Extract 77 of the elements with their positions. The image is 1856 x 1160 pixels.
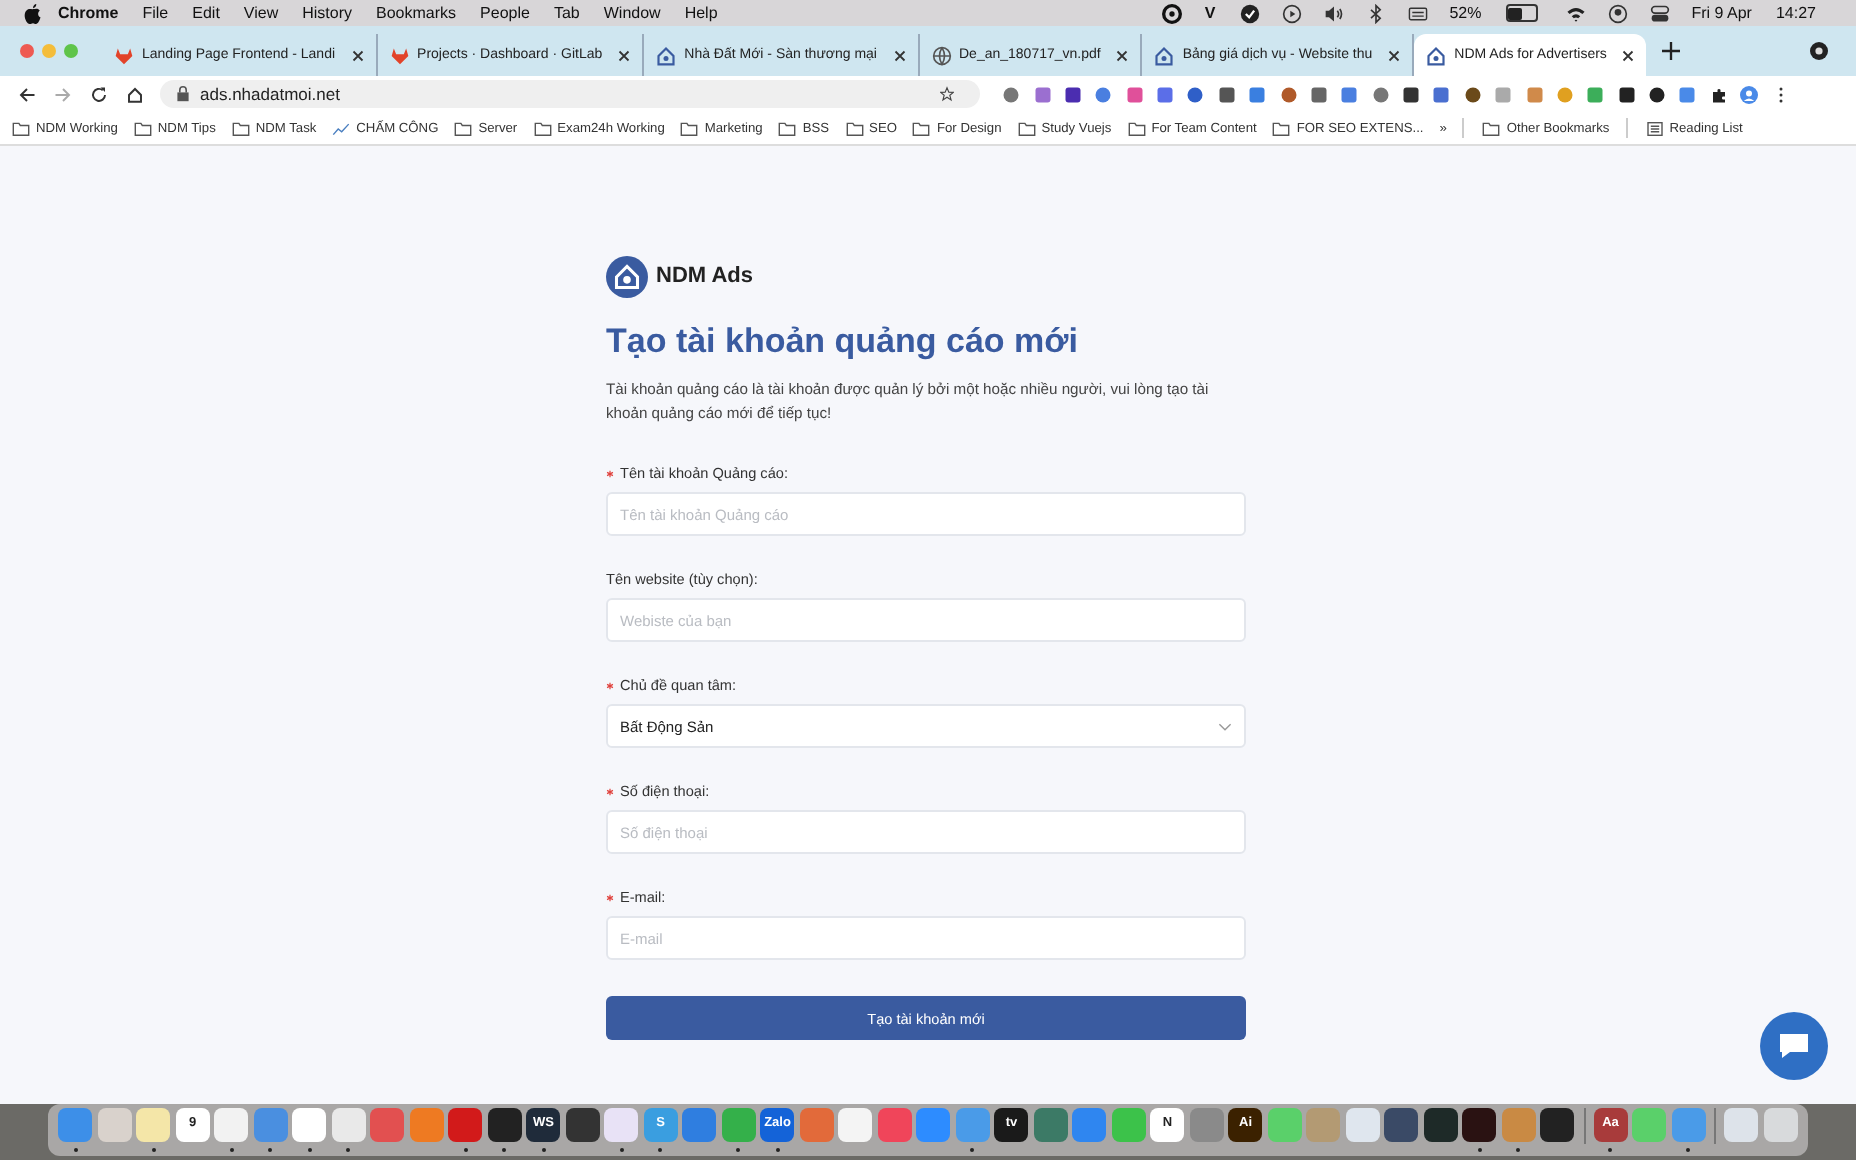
chart-icon <box>332 121 351 135</box>
folder-icon <box>12 121 30 135</box>
app-status-icon[interactable] <box>1162 3 1183 23</box>
apple-icon[interactable] <box>24 3 42 23</box>
date-text[interactable]: Fri 9 Apr <box>1691 4 1752 22</box>
folder-icon <box>778 121 797 135</box>
close-icon[interactable] <box>1388 49 1401 61</box>
fox-icon <box>389 45 410 65</box>
profile-icon[interactable] <box>1810 42 1828 60</box>
puzzle-icon[interactable] <box>1709 85 1728 103</box>
close-icon[interactable] <box>618 49 631 61</box>
close-icon[interactable] <box>351 49 364 61</box>
logo-text: NDM Ads <box>656 264 753 288</box>
wifi-icon[interactable] <box>1565 3 1586 23</box>
house-logo-icon <box>606 255 648 297</box>
close-icon[interactable] <box>1116 49 1129 61</box>
chat-icon <box>1778 1032 1810 1060</box>
folder-icon <box>133 121 152 135</box>
folder-icon <box>1482 121 1501 135</box>
app-icon[interactable] <box>1384 1108 1419 1142</box>
status-text[interactable]: V <box>1204 4 1216 22</box>
status-icon[interactable] <box>1239 3 1260 23</box>
menu-item[interactable]: History <box>302 4 353 22</box>
folder-icon <box>1017 121 1036 135</box>
close-icon[interactable] <box>893 49 905 61</box>
forward-icon[interactable] <box>54 85 72 103</box>
folder-icon <box>533 121 552 135</box>
house-icon <box>1426 45 1447 65</box>
close-icon[interactable] <box>1622 49 1635 61</box>
menu-item[interactable]: Window <box>603 4 661 22</box>
play-icon[interactable] <box>1281 3 1302 23</box>
reload-icon[interactable] <box>90 85 108 103</box>
menu-item[interactable]: Bookmarks <box>376 4 457 22</box>
control-center-icon[interactable] <box>1649 3 1670 23</box>
chat-button[interactable] <box>1760 1012 1828 1080</box>
app-icon[interactable] <box>1462 1108 1497 1142</box>
app-icon[interactable] <box>1423 1108 1458 1142</box>
menu-item[interactable]: Chrome <box>58 4 119 22</box>
menu-item[interactable]: People <box>480 4 530 22</box>
list-icon <box>1645 121 1664 135</box>
time-text[interactable]: 14:27 <box>1775 4 1816 22</box>
house-icon <box>1154 45 1175 65</box>
menu-item[interactable]: Help <box>684 4 718 22</box>
app-icon[interactable] <box>1540 1108 1575 1142</box>
window-controls[interactable] <box>20 44 78 58</box>
keyboard-icon[interactable] <box>1407 3 1428 23</box>
folder-icon <box>845 121 864 135</box>
home-icon[interactable] <box>126 85 144 103</box>
app-icon[interactable] <box>565 1108 600 1142</box>
folder-icon <box>1127 121 1146 135</box>
star-icon[interactable] <box>940 86 954 102</box>
volume-icon[interactable] <box>1323 3 1344 23</box>
lock-icon <box>176 86 190 102</box>
folder-icon <box>454 121 473 135</box>
app-icon[interactable] <box>487 1108 522 1142</box>
new-tab-icon[interactable] <box>1662 42 1681 60</box>
bluetooth-icon[interactable] <box>1365 3 1386 23</box>
folder-icon <box>680 121 699 135</box>
folder-icon <box>912 121 931 135</box>
fox-icon <box>114 45 134 65</box>
page-title: Tạo tài khoản quảng cáo mới <box>606 320 1080 364</box>
house-icon <box>656 45 677 65</box>
folder-icon <box>231 121 250 135</box>
back-icon[interactable] <box>18 85 36 103</box>
menu-item[interactable]: View <box>243 4 279 22</box>
battery-icon[interactable] <box>1505 4 1538 22</box>
url-text: ads.nhadatmoi.net <box>200 84 340 104</box>
user-icon[interactable] <box>1607 3 1628 23</box>
address-bar[interactable]: ads.nhadatmoi.net <box>160 80 980 108</box>
menu-item[interactable]: File <box>142 4 169 22</box>
folder-icon <box>1272 121 1291 135</box>
chevron-icon <box>1218 721 1232 731</box>
globe-icon <box>931 45 951 65</box>
battery-reading: 52% <box>1449 4 1482 22</box>
menu-item[interactable]: Tab <box>553 4 580 22</box>
menu-item[interactable]: Edit <box>192 4 220 22</box>
avatar-icon[interactable] <box>1740 85 1759 103</box>
